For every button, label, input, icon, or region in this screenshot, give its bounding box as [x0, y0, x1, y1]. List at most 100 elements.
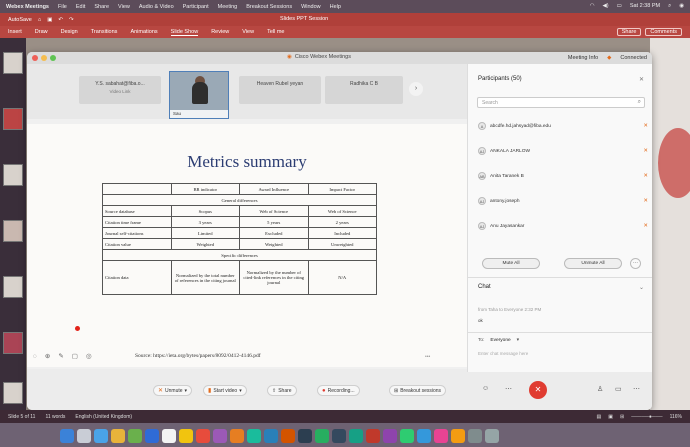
start-video-button[interactable]: ▮ Start video ▾	[203, 385, 247, 396]
music-icon[interactable]	[434, 428, 448, 443]
slide-thumbnail[interactable]	[3, 332, 23, 354]
tab-view[interactable]: View	[242, 29, 254, 35]
tab-tell-me[interactable]: Tell me	[267, 29, 284, 35]
annotate-icon[interactable]: ◌	[33, 353, 37, 360]
recording-button[interactable]: ● Recording...	[317, 385, 360, 396]
meeting-info-button[interactable]: Meeting Info	[568, 55, 598, 61]
participant-row[interactable]: AJ ANKALA JARLOW ✕	[478, 145, 648, 157]
podcasts-icon[interactable]	[213, 428, 227, 443]
webex-app-icon[interactable]	[417, 428, 431, 443]
unmute-button[interactable]: ✕ Unmute ▾	[153, 385, 193, 396]
menu-file[interactable]: File	[58, 4, 67, 10]
teams-icon[interactable]	[383, 428, 397, 443]
undo-icon[interactable]: ↶	[58, 17, 63, 23]
excel-icon[interactable]	[349, 428, 363, 443]
safari-icon[interactable]	[94, 428, 108, 443]
slide-thumbnail[interactable]	[3, 220, 23, 242]
volume-icon[interactable]: ◀)	[603, 3, 609, 10]
participants-panel-icon[interactable]: ♙	[597, 385, 603, 393]
calendar-icon[interactable]	[162, 428, 176, 443]
tab-review[interactable]: Review	[211, 29, 229, 35]
save-icon[interactable]: ▣	[47, 17, 52, 23]
chrome-icon[interactable]	[111, 428, 125, 443]
ppt-share-button[interactable]: Share	[616, 28, 642, 36]
minimize-window-button[interactable]	[41, 55, 47, 61]
menu-share[interactable]: Share	[94, 4, 109, 10]
menu-breakout[interactable]: Breakout Sessions	[246, 4, 292, 10]
menu-help[interactable]: Help	[330, 4, 341, 10]
slide-thumbnail[interactable]	[3, 108, 23, 130]
menu-audio-video[interactable]: Audio & Video	[139, 4, 174, 10]
microphone-muted-icon[interactable]: ✕	[643, 123, 648, 129]
terminal-icon[interactable]	[298, 428, 312, 443]
layout-icon[interactable]: ◆	[607, 55, 611, 61]
participant-tile[interactable]: Radhika C B	[325, 76, 403, 104]
notes-app-icon[interactable]	[179, 428, 193, 443]
tab-insert[interactable]: Insert	[8, 29, 22, 35]
notes-icon[interactable]: ▤	[597, 414, 602, 420]
menu-participant[interactable]: Participant	[183, 4, 209, 10]
clock[interactable]: Sat 2:38 PM	[630, 3, 660, 10]
menu-meeting[interactable]: Meeting	[218, 4, 238, 10]
tab-transitions[interactable]: Transitions	[91, 29, 118, 35]
microphone-muted-icon[interactable]: ✕	[643, 198, 648, 204]
more-options-icon[interactable]: ⋯	[505, 385, 512, 393]
tab-slide-show[interactable]: Slide Show	[170, 29, 199, 36]
zoom-icon[interactable]: ⊕	[45, 352, 50, 360]
eraser-icon[interactable]: ▢	[72, 352, 78, 360]
connected-status[interactable]: Connected	[620, 55, 647, 61]
downloads-icon[interactable]	[468, 428, 482, 443]
redo-icon[interactable]: ↷	[69, 17, 74, 23]
autosave-label[interactable]: AutoSave	[8, 17, 32, 23]
reactions-icon[interactable]: ☺	[482, 385, 489, 392]
slide-sorter-icon[interactable]: ⊞	[620, 414, 624, 420]
tab-design[interactable]: Design	[61, 29, 78, 35]
menu-window[interactable]: Window	[301, 4, 321, 10]
mute-all-button[interactable]: Mute All	[482, 258, 540, 269]
menu-view[interactable]: View	[118, 4, 130, 10]
home-icon[interactable]: ⌂	[38, 17, 41, 23]
participant-search-input[interactable]: Search ⌕	[477, 97, 645, 108]
slide-thumbnail[interactable]	[3, 382, 23, 404]
panel-more-icon[interactable]: ⋯	[633, 385, 640, 393]
end-meeting-button[interactable]: ✕	[529, 381, 547, 399]
books-icon[interactable]	[230, 428, 244, 443]
unmute-all-button[interactable]: Unmute All	[564, 258, 622, 269]
launchpad-icon[interactable]	[77, 428, 91, 443]
normal-view-icon[interactable]: ▣	[608, 414, 613, 420]
mail-icon[interactable]	[145, 428, 159, 443]
participant-tile[interactable]: Y.S. sabahat@fiba.o... Video Link	[79, 76, 161, 104]
slide-thumbnail[interactable]	[3, 164, 23, 186]
control-center-icon[interactable]: ◉	[679, 3, 684, 10]
trash-icon[interactable]	[485, 428, 499, 443]
microphone-muted-icon[interactable]: ✕	[643, 173, 648, 179]
zoom-level[interactable]: 116%	[670, 414, 682, 420]
zoom-slider[interactable]: ─────●───	[631, 414, 662, 420]
ppt-comments-button[interactable]: Comments	[645, 28, 682, 36]
microphone-muted-icon[interactable]: ✕	[643, 148, 648, 154]
finder-icon[interactable]	[60, 428, 74, 443]
participant-row[interactable]: AB Anita Taranek B ✕	[478, 170, 648, 182]
chat-panel-icon[interactable]: ▭	[615, 385, 622, 393]
participant-tile[interactable]: Heaven Rubel yeyan	[239, 76, 321, 104]
participant-row[interactable]: A abcdfe.hd.jahsyad@fiba.edu ✕	[478, 120, 648, 132]
pointer-icon[interactable]: ◎	[86, 352, 92, 360]
collapse-chat-icon[interactable]: ⌄	[639, 284, 644, 291]
language-status[interactable]: English (United Kingdom)	[75, 414, 132, 420]
word-icon[interactable]	[332, 428, 346, 443]
share-button[interactable]: ⇧ Share	[267, 385, 297, 396]
slide-thumbnail[interactable]	[3, 52, 23, 74]
maps-icon[interactable]	[247, 428, 261, 443]
close-icon[interactable]: ✕	[639, 76, 644, 83]
participant-row[interactable]: AJ Anu Jayasankar ✕	[478, 220, 648, 232]
tab-draw[interactable]: Draw	[35, 29, 48, 35]
facetime-icon[interactable]	[315, 428, 329, 443]
preview-icon[interactable]	[451, 428, 465, 443]
app-store-icon[interactable]	[264, 428, 278, 443]
more-options-icon[interactable]: ⋯	[630, 258, 641, 269]
menu-edit[interactable]: Edit	[76, 4, 85, 10]
tab-animations[interactable]: Animations	[130, 29, 157, 35]
active-video-tile[interactable]: Sau	[169, 71, 229, 119]
wifi-icon[interactable]: ◠	[590, 3, 595, 10]
pen-icon[interactable]: ✎	[58, 352, 63, 360]
